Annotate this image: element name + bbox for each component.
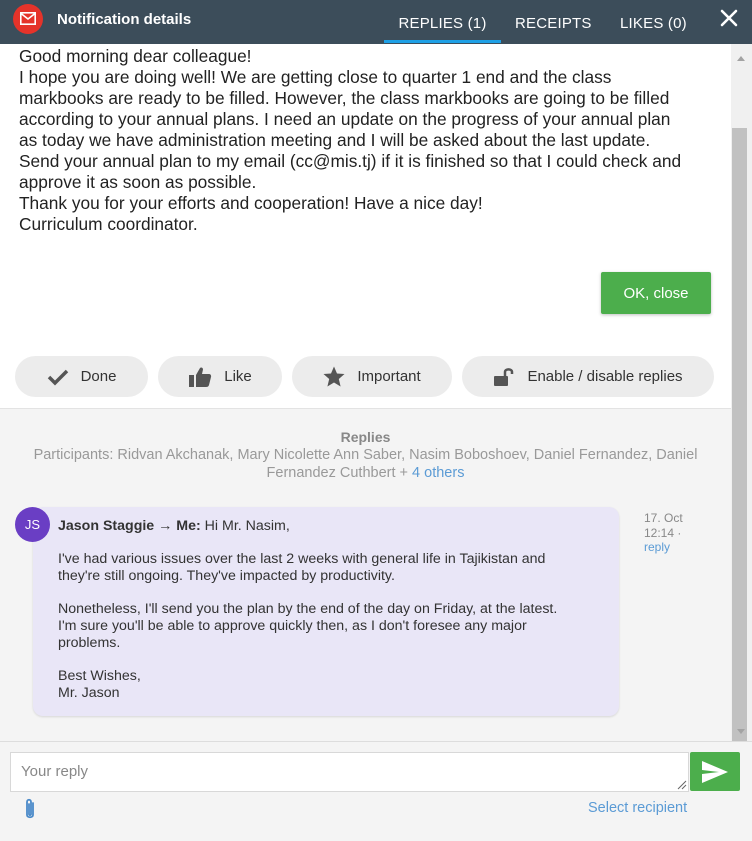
resize-grip-icon[interactable] [677,780,687,790]
close-icon[interactable] [718,7,740,29]
participants-line-2: Fernandez Cuthbert + [266,465,409,481]
reply-input[interactable]: Your reply [10,752,689,792]
message-line: Curriculum coordinator. [19,214,198,234]
reply-line: they're still ongoing. They've impacted … [58,568,395,584]
reply-content: Jason Staggie → Me: Hi Mr. Nasim, I've h… [58,518,613,702]
reply-greeting: Hi Mr. Nasim, [204,518,290,534]
check-icon [47,369,68,385]
message-line: according to your annual plans. I need a… [19,109,671,129]
reply-sender: Jason Staggie → Me: [58,518,201,534]
reply-line: I've had various issues over the last 2 … [58,551,546,567]
message-line: as today we have administration meeting … [19,130,651,150]
reply-date: 17. Oct [644,511,683,525]
scroll-up-arrow-icon[interactable] [737,56,745,61]
message-line: approve it as soon as possible. [19,172,257,192]
avatar[interactable]: JS [15,507,50,542]
scrollbar-thumb[interactable] [732,128,747,765]
reply-line: Mr. Jason [58,685,120,701]
reply-meta: 17. Oct 12:14 · reply [644,511,683,555]
send-button[interactable] [690,752,740,791]
select-recipient-link[interactable]: Select recipient [588,800,687,816]
tab-receipts[interactable]: RECEIPTS [515,15,592,32]
important-button[interactable]: Important [292,356,452,397]
mail-icon [13,4,43,34]
like-button[interactable]: Like [158,356,282,397]
message-line: markbooks are ready to be filled. Howeve… [19,88,670,108]
message-line: Send your annual plan to my email (cc@mi… [19,151,682,171]
star-icon [323,366,345,387]
replies-heading: Replies [340,429,391,445]
done-label: Done [80,368,117,385]
like-label: Like [224,368,252,385]
message-line: I hope you are doing well! We are gettin… [19,67,612,87]
message-line: Thank you for your efforts and cooperati… [19,193,483,213]
active-tab-indicator [384,40,501,43]
reply-line: I'm sure you'll be able to approve quick… [58,618,527,634]
others-link[interactable]: 4 others [412,465,464,481]
reply-line: Best Wishes, [58,668,141,684]
ok-close-button[interactable]: OK, close [601,272,711,314]
reply-link[interactable]: reply [644,540,683,555]
reply-line: problems. [58,635,121,651]
send-icon [702,760,728,783]
notification-message: Good morning dear colleague! I hope you … [19,46,729,235]
paperclip-icon[interactable] [20,798,40,822]
participants-line-1: Participants: Ridvan Akchanak, Mary Nico… [33,447,698,463]
enable-disable-replies-label: Enable / disable replies [527,368,683,385]
thumbs-up-icon [189,367,212,387]
dialog-title: Notification details [57,11,192,28]
tab-replies[interactable]: REPLIES (1) [384,15,501,32]
reply-time: 12:14 · [644,525,682,540]
message-line: Good morning dear colleague! [19,46,252,66]
participants-list: Participants: Ridvan Akchanak, Mary Nico… [18,446,713,482]
header-bar: Notification details REPLIES (1) RECEIPT… [0,0,752,44]
done-button[interactable]: Done [15,356,148,397]
enable-disable-replies-button[interactable]: Enable / disable replies [462,356,714,397]
reply-line: Nonetheless, I'll send you the plan by t… [58,601,558,617]
unlock-icon [494,367,514,386]
tab-likes[interactable]: LIKES (0) [620,15,687,32]
scrollbar[interactable] [731,44,752,765]
important-label: Important [357,368,421,385]
scroll-down-arrow-icon[interactable] [737,729,745,734]
